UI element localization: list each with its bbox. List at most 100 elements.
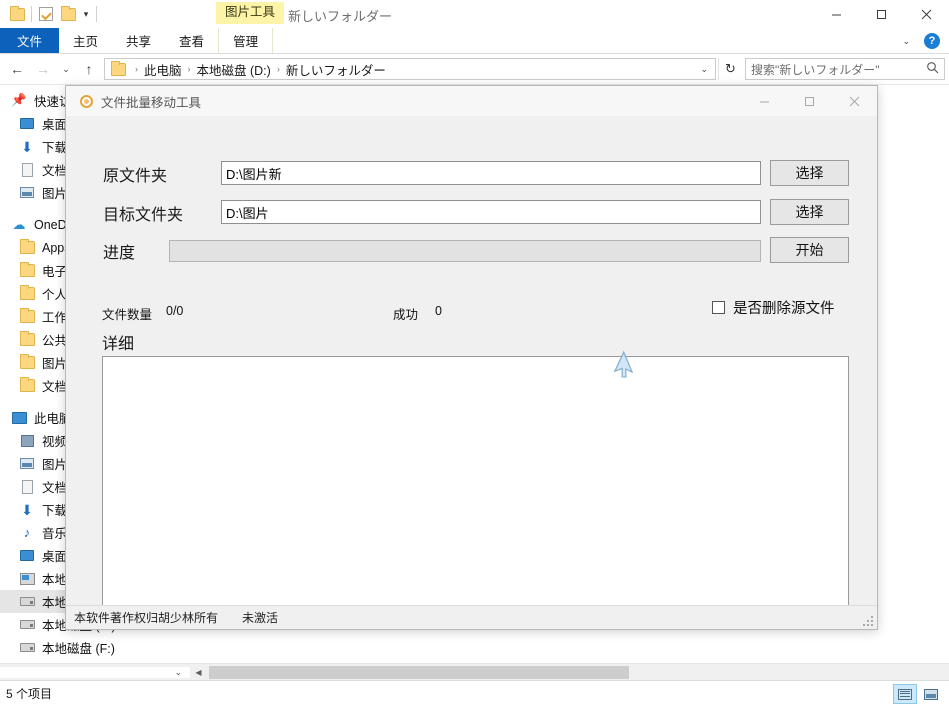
folder-icon [18, 262, 36, 279]
back-button[interactable]: ← [4, 57, 30, 81]
target-folder-input[interactable]: D:\图片 [221, 200, 761, 224]
dialog-window-controls [742, 86, 877, 116]
detail-label: 详细 [102, 336, 135, 353]
resize-grip[interactable] [861, 614, 873, 626]
refresh-icon[interactable]: ↻ [718, 58, 742, 80]
target-folder-label: 目标文件夹 [103, 207, 184, 224]
system-disk-icon [18, 571, 36, 587]
desktop-icon [18, 548, 36, 564]
breadcrumb-item-this-pc[interactable]: 此电脑 [140, 60, 186, 79]
sidebar-label-onedrive-public: 公共 [42, 334, 68, 348]
horizontal-scroll-strip: ⌄ ◀ [0, 663, 949, 681]
large-icons-view-icon [924, 688, 938, 700]
context-tab-group-label: 图片工具 [216, 2, 285, 24]
explorer-titlebar: ▾ 图片工具 新しいフォルダー [0, 0, 949, 28]
chevron-down-icon[interactable]: ⌄ [896, 36, 916, 47]
dialog-status-bar: 本软件著作权归胡少林所有 未激活 [66, 605, 877, 629]
dialog-body: 原文件夹 D:\图片新 选择 目标文件夹 D:\图片 选择 进度 开始 文件数量… [66, 116, 877, 621]
details-view-button[interactable] [893, 684, 917, 704]
scroll-left-arrow-icon[interactable]: ◀ [190, 664, 207, 681]
sidebar-item-local-disk-f[interactable]: 本地磁盘 (F:) [0, 636, 190, 659]
target-folder-select-button[interactable]: 选择 [770, 199, 849, 225]
source-folder-select-button[interactable]: 选择 [770, 160, 849, 186]
sidebar-label-downloads: 下载 [42, 141, 68, 155]
customize-chevron-icon[interactable]: ▾ [79, 9, 93, 19]
explorer-window-controls [814, 0, 949, 28]
dialog-close-button[interactable] [832, 86, 877, 116]
qat-divider [31, 6, 32, 22]
address-bar: ← → ⌄ ↑ › 此电脑 › 本地磁盘 (D:) › 新しいフォルダー ⌄ ↻… [0, 54, 949, 84]
sidebar-label-documents: 文档 [42, 164, 68, 178]
disk-icon [18, 617, 36, 633]
tab-home[interactable]: 主页 [59, 28, 112, 53]
activation-status: 未激活 [242, 611, 279, 625]
target-folder-row: 目标文件夹 [103, 201, 221, 225]
horizontal-scrollbar[interactable]: ◀ [190, 663, 949, 681]
folder-icon [18, 377, 36, 394]
pc-icon [10, 410, 28, 426]
explorer-status-bar: 5 个项目 [0, 680, 949, 706]
folder-icon [18, 239, 36, 256]
sidebar-label-pc-downloads: 下载 [42, 504, 68, 518]
item-count-label: 5 个项目 [6, 687, 53, 701]
quick-access-toolbar: ▾ [0, 3, 100, 25]
tab-file[interactable]: 文件 [0, 28, 60, 53]
sidebar-label-onedrive-pictures: 图片 [42, 357, 68, 371]
sidebar-label-onedrive-documents: 文档 [42, 380, 68, 394]
file-count-value: 0/0 [166, 304, 184, 318]
breadcrumb-item-local-disk-d[interactable]: 本地磁盘 (D:) [193, 60, 275, 79]
file-count-label: 文件数量 [102, 308, 153, 322]
tab-share[interactable]: 共享 [112, 28, 165, 53]
address-dropdown-chevron-icon[interactable]: ⌄ [693, 64, 715, 75]
tab-manage[interactable]: 管理 [218, 28, 274, 53]
detail-output-area[interactable] [102, 356, 849, 621]
disk-icon [18, 594, 36, 610]
tab-view[interactable]: 查看 [165, 28, 218, 53]
dialog-maximize-button[interactable] [787, 86, 832, 116]
checkbox-box-icon [712, 301, 725, 314]
help-icon[interactable]: ? [924, 33, 940, 49]
sidebar-label-pc-pictures: 图片 [42, 458, 68, 472]
start-button[interactable]: 开始 [770, 237, 849, 263]
dialog-minimize-button[interactable] [742, 86, 787, 116]
scrollbar-thumb[interactable] [209, 665, 629, 679]
folder-icon [18, 354, 36, 371]
folder-icon[interactable] [6, 3, 28, 25]
success-value: 0 [435, 304, 442, 318]
view-mode-buttons [893, 684, 943, 704]
search-input[interactable]: 搜索"新しいフォルダー" [745, 58, 945, 80]
source-folder-input[interactable]: D:\图片新 [221, 161, 761, 185]
sidebar-label-music: 音乐 [42, 527, 68, 541]
pin-icon: 📌 [11, 93, 27, 107]
close-button[interactable] [904, 0, 949, 28]
music-icon: ♪ [23, 525, 31, 540]
sidebar-label-pc-desktop: 桌面 [42, 550, 68, 564]
navpane-scroll-area: ⌄ [0, 666, 190, 678]
sidebar-label-videos: 视频 [42, 435, 68, 449]
source-folder-label: 原文件夹 [103, 168, 168, 185]
desktop-icon [18, 116, 36, 132]
sidebar-label-pictures: 图片 [42, 187, 68, 201]
forward-button[interactable]: → [30, 57, 56, 81]
pictures-icon [18, 185, 36, 201]
folder-icon [18, 308, 36, 325]
up-button[interactable]: ↑ [76, 57, 102, 81]
delete-source-checkbox[interactable]: 是否删除源文件 [712, 297, 835, 318]
recent-locations-chevron-icon[interactable]: ⌄ [56, 57, 76, 81]
sidebar-label-pc-documents: 文档 [42, 481, 68, 495]
chevron-down-icon[interactable]: ⌄ [174, 667, 182, 678]
sidebar-label-desktop: 桌面 [42, 118, 68, 132]
maximize-button[interactable] [859, 0, 904, 28]
minimize-button[interactable] [814, 0, 859, 28]
details-view-icon [898, 688, 912, 700]
breadcrumb[interactable]: › 此电脑 › 本地磁盘 (D:) › 新しいフォルダー ⌄ [104, 58, 716, 80]
progress-bar [169, 240, 761, 262]
breadcrumb-separator-0: › [135, 64, 138, 74]
breadcrumb-item-current-folder[interactable]: 新しいフォルダー [282, 60, 390, 79]
dialog-title: 文件批量移动工具 [101, 95, 202, 110]
properties-icon[interactable] [35, 3, 57, 25]
large-icons-view-button[interactable] [919, 684, 943, 704]
new-folder-icon[interactable] [57, 3, 79, 25]
cloud-icon: ☁ [12, 216, 26, 232]
download-icon: ⬇ [21, 138, 33, 155]
